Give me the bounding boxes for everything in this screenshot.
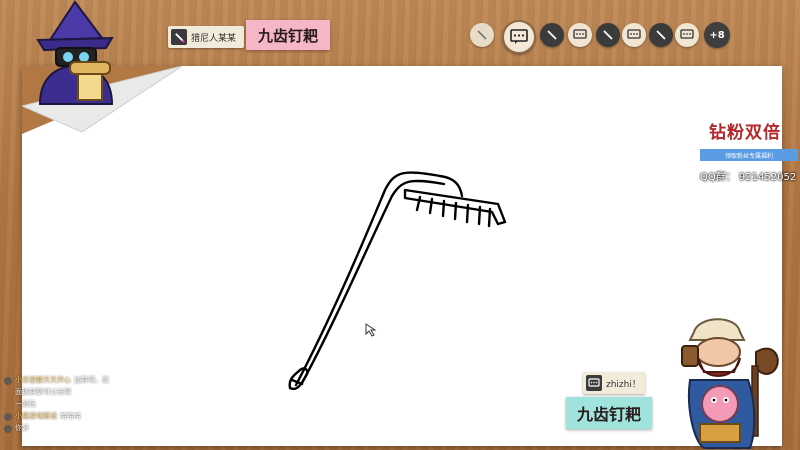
player-slot-active[interactable] <box>502 20 536 54</box>
player-slot-6[interactable] <box>622 23 646 47</box>
wizard-avatar <box>36 0 114 105</box>
pencil-icon <box>171 29 187 45</box>
pencil-icon <box>603 30 613 40</box>
player-slot-7[interactable] <box>649 23 673 47</box>
chat-message: 小苏想要天天开心 加群啊，前 <box>4 376 144 385</box>
chat-message: 面那群聊可以去啊 <box>4 388 144 397</box>
player-slot-5[interactable] <box>596 23 620 47</box>
player-slot-3[interactable] <box>540 23 564 47</box>
chat-text: 面那群聊可以去啊 <box>15 388 71 396</box>
chat-message: 小猫游戏解说 哈哈哈 <box>4 412 144 421</box>
chat-message: 你好 <box>4 424 144 433</box>
player-slot-8[interactable] <box>675 23 699 47</box>
player-slot-1[interactable] <box>470 23 494 47</box>
chat-username: 小猫游戏解说 <box>15 412 57 420</box>
chat-feed: 小苏想要天天开心 加群啊，前 面那群聊可以去啊 一起玩 小猫游戏解说 哈哈哈 你… <box>4 376 144 436</box>
promo-subtitle[interactable]: 领取粉丝专属福利 <box>700 149 798 161</box>
chat-bubble-icon <box>586 375 602 391</box>
drawer-tag: 猎尼人某某 <box>168 26 244 48</box>
chat-username: 小苏想要天天开心 <box>15 376 71 384</box>
chat-bubble-icon <box>627 29 641 39</box>
avatar <box>4 425 12 433</box>
avatar <box>4 377 12 385</box>
drawer-name: 猎尼人某某 <box>191 33 237 44</box>
chat-text: 一起玩 <box>15 400 36 408</box>
guesser-name: zhizhi！ <box>606 379 641 390</box>
word-card-top: 九齿钉耙 <box>246 20 330 50</box>
word-card-bottom: 九齿钉耙 <box>566 397 652 429</box>
chat-bubble-icon <box>680 29 694 39</box>
avatar <box>4 413 12 421</box>
chat-text: 你好 <box>15 424 29 432</box>
guesser-tag: zhizhi！ <box>583 372 645 394</box>
pencil-icon <box>477 30 487 40</box>
more-players-badge[interactable]: +8 <box>704 22 730 48</box>
chat-bubble-icon <box>573 29 587 39</box>
chat-bubble-icon <box>510 29 528 44</box>
player-slot-4[interactable] <box>568 23 592 47</box>
dwarf-avatar <box>681 318 779 449</box>
promo-title: 钻粉双倍 <box>709 123 781 143</box>
promo-qq-group: QQ群： 921452052 <box>700 172 797 183</box>
chat-text: 哈哈哈 <box>60 412 81 420</box>
pencil-icon <box>547 30 557 40</box>
chat-message: 一起玩 <box>4 400 144 409</box>
pencil-icon <box>656 30 666 40</box>
chat-text: 加群啊，前 <box>74 376 109 384</box>
